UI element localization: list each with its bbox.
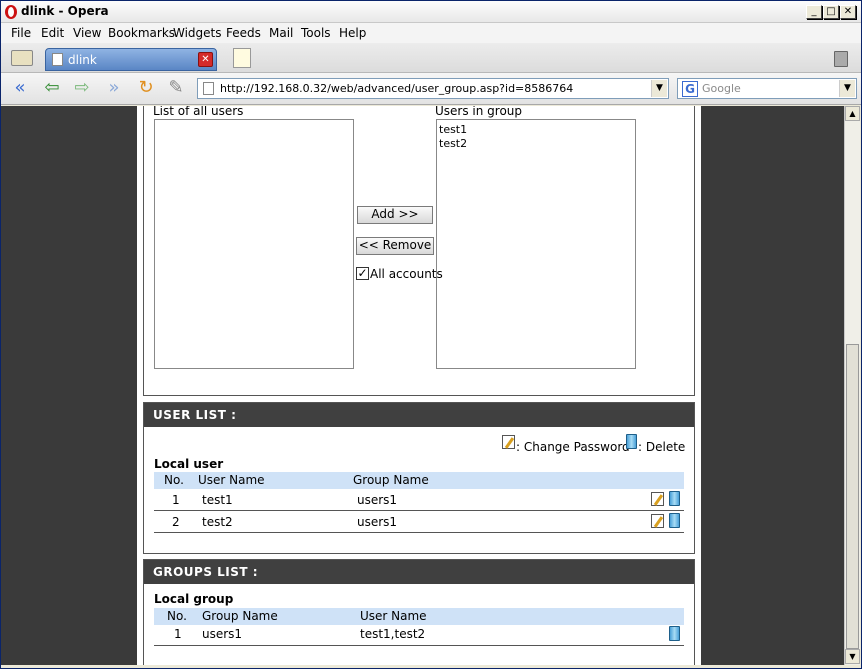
title-bar: dlink - Opera _ □ ✕ (1, 1, 861, 23)
chevron-down-icon[interactable]: ▼ (651, 80, 667, 97)
forward-arrow-icon[interactable]: ⇨ (71, 79, 93, 99)
menu-mail[interactable]: Mail (269, 26, 293, 40)
local-user-title: Local user (154, 457, 224, 471)
browser-window: dlink - Opera _ □ ✕ File Edit View Bookm… (0, 0, 862, 669)
row-group-name: users1 (202, 627, 243, 641)
local-group-title: Local group (154, 592, 234, 606)
column-no: No. (164, 473, 184, 487)
list-item[interactable]: test1 (437, 123, 635, 137)
delete-legend: : Delete (638, 440, 686, 454)
page-content: List of all users Users in group test1 t… (137, 106, 701, 665)
column-group-name: Group Name (202, 609, 278, 623)
tab-close-icon[interactable]: ✕ (198, 52, 213, 67)
column-no: No. (167, 609, 187, 623)
panels-toggle-icon[interactable] (11, 50, 33, 66)
opera-logo-icon (5, 5, 17, 19)
back-arrow-icon[interactable]: ⇦ (41, 79, 63, 99)
window-title: dlink - Opera (21, 4, 109, 18)
all-accounts-label: All accounts (370, 267, 443, 281)
menu-file[interactable]: File (11, 26, 31, 40)
navigation-toolbar: « ⇦ ⇨ » ↻ ✎ http://192.168.0.32/web/adva… (1, 73, 861, 105)
table-row: 1 users1 test1,test2 (154, 624, 684, 646)
page-viewport: List of all users Users in group test1 t… (1, 106, 844, 665)
edit-site-icon[interactable]: ✎ (165, 79, 187, 99)
reload-icon[interactable]: ↻ (135, 79, 157, 99)
all-users-label: List of all users (153, 106, 244, 118)
table-row: 1 test1 users1 (154, 489, 684, 511)
row-user-names: test1,test2 (360, 627, 426, 641)
edit-icon[interactable] (651, 492, 664, 506)
row-user-name: test2 (202, 515, 233, 529)
change-password-legend: : Change Password (516, 440, 630, 454)
maximize-button[interactable]: □ (823, 5, 839, 19)
user-list-panel: USER LIST : : Change Password : Delete L… (143, 402, 695, 554)
search-field[interactable]: G Google ▼ (677, 78, 857, 99)
groups-list-header: GROUPS LIST : (144, 560, 694, 584)
group-users-label: Users in group (435, 106, 523, 118)
user-list-header: USER LIST : (144, 403, 694, 427)
column-user-name: User Name (198, 473, 265, 487)
menu-feeds[interactable]: Feeds (226, 26, 261, 40)
group-members-panel: List of all users Users in group test1 t… (143, 106, 695, 396)
all-accounts-checkbox[interactable]: ✓ (356, 267, 369, 280)
trash-icon[interactable] (669, 626, 680, 641)
edit-icon[interactable] (651, 514, 664, 528)
row-no: 2 (172, 515, 180, 529)
menu-help[interactable]: Help (339, 26, 366, 40)
google-icon[interactable]: G (682, 81, 698, 97)
scroll-thumb[interactable] (846, 344, 859, 649)
rewind-icon[interactable]: « (9, 79, 31, 99)
page-icon (52, 53, 63, 66)
row-no: 1 (172, 493, 180, 507)
vertical-scrollbar[interactable]: ▲ ▼ (844, 106, 860, 665)
chevron-down-icon[interactable]: ▼ (839, 80, 855, 97)
new-tab-icon[interactable] (233, 48, 251, 68)
page-icon (203, 82, 214, 95)
tab-dlink[interactable]: dlink ✕ (45, 48, 217, 71)
group-users-listbox[interactable]: test1 test2 (436, 119, 636, 369)
row-no: 1 (174, 627, 182, 641)
table-row: 2 test2 users1 (154, 511, 684, 533)
trash-icon (626, 434, 637, 449)
address-url: http://192.168.0.32/web/advanced/user_gr… (220, 82, 574, 95)
search-placeholder: Google (702, 82, 741, 95)
all-users-listbox[interactable] (154, 119, 354, 369)
column-group-name: Group Name (353, 473, 429, 487)
fast-forward-icon[interactable]: » (103, 79, 125, 99)
menu-bar: File Edit View Bookmarks Widgets Feeds M… (1, 23, 861, 43)
trash-can-icon[interactable] (834, 51, 848, 67)
row-group-name: users1 (357, 515, 398, 529)
tab-bar: dlink ✕ (1, 43, 861, 73)
row-group-name: users1 (357, 493, 398, 507)
menu-widgets[interactable]: Widgets (173, 26, 222, 40)
scroll-up-icon[interactable]: ▲ (845, 106, 860, 121)
groups-list-panel: GROUPS LIST : Local group No. Group Name… (143, 559, 695, 665)
menu-view[interactable]: View (73, 26, 101, 40)
column-user-name: User Name (360, 609, 427, 623)
trash-icon[interactable] (669, 513, 680, 528)
user-table-header: No. User Name Group Name (154, 472, 684, 489)
row-user-name: test1 (202, 493, 233, 507)
list-item[interactable]: test2 (437, 137, 635, 151)
close-button[interactable]: ✕ (840, 5, 856, 19)
address-bar[interactable]: http://192.168.0.32/web/advanced/user_gr… (197, 78, 669, 99)
menu-bookmarks[interactable]: Bookmarks (108, 26, 175, 40)
tab-label: dlink (68, 53, 97, 67)
group-table-header: No. Group Name User Name (154, 608, 684, 625)
trash-icon[interactable] (669, 491, 680, 506)
minimize-button[interactable]: _ (806, 5, 822, 19)
add-button[interactable]: Add >> (357, 206, 433, 224)
menu-edit[interactable]: Edit (41, 26, 64, 40)
edit-icon (502, 435, 515, 449)
menu-tools[interactable]: Tools (301, 26, 331, 40)
scroll-down-icon[interactable]: ▼ (845, 649, 860, 664)
remove-button[interactable]: << Remove (356, 237, 434, 255)
